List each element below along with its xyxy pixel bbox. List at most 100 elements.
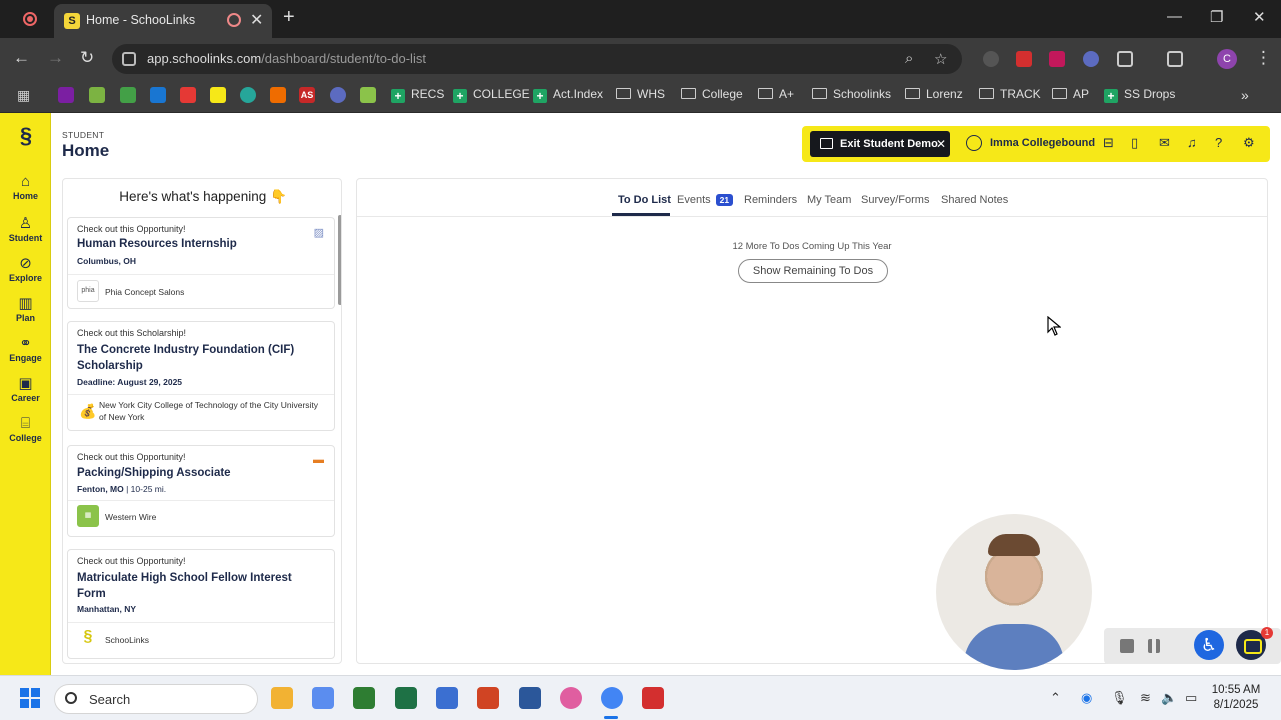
card-title[interactable]: Human Resources Internship <box>77 236 307 252</box>
bookmark-recs[interactable]: + RECS <box>391 87 444 105</box>
schoolinks-bookmark-icon[interactable] <box>210 87 226 103</box>
url-input[interactable]: app.schoolinks.com/dashboard/student/to-… <box>112 44 962 74</box>
tab-search-icon[interactable] <box>1167 51 1183 67</box>
forward-icon[interactable]: → <box>47 48 64 68</box>
tab-shared-notes[interactable]: Shared Notes <box>941 194 1008 206</box>
demo-user-name[interactable]: Imma Collegebound <box>990 137 1095 149</box>
acrobat-extension-icon[interactable] <box>1016 51 1032 67</box>
back-icon[interactable]: ← <box>13 48 30 68</box>
tab-survey-forms[interactable]: Survey/Forms <box>861 194 929 206</box>
menu-dots-icon[interactable]: ⋮ <box>1255 48 1272 68</box>
acrobat-icon[interactable] <box>642 687 664 709</box>
extensions-puzzle-icon[interactable] <box>1117 51 1133 67</box>
tab-close-icon[interactable]: ✕ <box>250 10 263 30</box>
sidebar-item-engage[interactable]: ⚭ Engage <box>0 335 51 363</box>
feed-card[interactable]: Check out this Opportunity! Matriculate … <box>67 549 335 659</box>
document-icon[interactable]: ▯ <box>1131 135 1138 151</box>
as-bookmark-icon[interactable]: AS <box>299 87 315 103</box>
windows-start-icon[interactable] <box>20 688 40 708</box>
calculator-icon[interactable] <box>312 687 334 709</box>
zoom-icon[interactable]: ⌕ <box>905 50 913 67</box>
draw-icon[interactable] <box>1176 639 1190 653</box>
user-avatar-icon[interactable] <box>966 135 982 151</box>
restore-icon[interactable]: ❐ <box>1210 8 1223 26</box>
sidebar-item-home[interactable]: ⌂ Home <box>0 173 51 201</box>
tab-reminders[interactable]: Reminders <box>744 194 797 206</box>
bookmark-icon-2[interactable] <box>89 87 105 103</box>
wifi-icon[interactable]: ≋ <box>1140 690 1151 706</box>
accessibility-icon[interactable]: ♿ <box>1194 630 1224 660</box>
bookmark-lorenz[interactable]: Lorenz <box>905 87 963 105</box>
taskbar-clock[interactable]: 10:55 AM 8/1/2025 <box>1206 683 1266 713</box>
microphone-icon[interactable]: 🎙 <box>1111 690 1128 706</box>
gmail-icon[interactable] <box>180 87 196 103</box>
bell-icon[interactable]: ♫ <box>1187 135 1197 150</box>
powerpoint-icon[interactable] <box>477 687 499 709</box>
bookmark-act-index[interactable]: + Act.Index <box>533 87 603 105</box>
bookmark-a-plus[interactable]: A+ <box>758 87 794 105</box>
gear-icon[interactable]: ⚙ <box>1243 135 1255 151</box>
tab-to-do-list[interactable]: To Do List <box>618 194 671 206</box>
exit-student-demo-button[interactable]: Exit Student Demo ✕ <box>810 131 950 157</box>
drive-icon[interactable] <box>120 87 136 103</box>
bookmark-star-icon[interactable]: ☆ <box>934 50 947 68</box>
more-bookmarks-icon[interactable]: » <box>1241 87 1249 105</box>
taskbar-search-input[interactable]: Search <box>54 684 258 714</box>
sidebar-item-career[interactable]: ▣ Career <box>0 375 51 403</box>
tab-events[interactable]: Events 21 <box>677 194 734 206</box>
bookmark-icon-4[interactable] <box>270 87 286 103</box>
feed-card[interactable]: Check out this Scholarship! The Concrete… <box>67 321 335 431</box>
bookmark-whs[interactable]: WHS <box>616 87 665 105</box>
bookmark-icon-6[interactable] <box>360 87 376 103</box>
new-tab-icon[interactable]: + <box>283 6 295 29</box>
chrome-icon[interactable] <box>601 687 623 709</box>
stop-icon[interactable] <box>1120 639 1134 653</box>
sidebar-item-student[interactable]: ♙ Student <box>0 215 51 243</box>
record-icon[interactable] <box>23 12 37 26</box>
feed-card[interactable]: Check out this Opportunity! Packing/Ship… <box>67 445 335 537</box>
file-explorer-icon[interactable] <box>271 687 293 709</box>
sidebar-item-explore[interactable]: ⊘ Explore <box>0 255 51 283</box>
snipping-tool-icon[interactable] <box>353 687 375 709</box>
reload-icon[interactable]: ↻ <box>80 48 94 68</box>
inbox-icon[interactable]: ⊟ <box>1103 135 1114 151</box>
volume-icon[interactable]: 🔈 <box>1161 690 1177 706</box>
screencast-extension-icon[interactable] <box>1049 51 1065 67</box>
minimize-icon[interactable]: — <box>1167 8 1182 25</box>
bookmark-icon-3[interactable] <box>240 87 256 103</box>
battery-icon[interactable]: ▭ <box>1185 690 1197 706</box>
calendar-icon[interactable] <box>150 87 166 103</box>
show-remaining-todos-button[interactable]: Show Remaining To Dos <box>738 259 888 283</box>
schoolinks-logo-icon[interactable]: § <box>13 123 39 149</box>
bookmark-icon-1[interactable] <box>58 87 74 103</box>
notepad-icon[interactable] <box>436 687 458 709</box>
feed-card[interactable]: Check out this Opportunity! Human Resour… <box>67 217 335 309</box>
bookmark-ap[interactable]: AP <box>1052 87 1089 105</box>
sidebar-item-plan[interactable]: ▥ Plan <box>0 295 51 323</box>
browser-tab[interactable]: S Home - SchooLinks ✕ <box>54 4 272 38</box>
bookmark-college-folder[interactable]: College <box>681 87 743 105</box>
bookmark-track[interactable]: TRACK <box>979 87 1041 105</box>
mail-icon[interactable]: ✉ <box>1159 135 1170 151</box>
site-info-icon[interactable] <box>122 52 136 66</box>
bookmark-schoolinks[interactable]: Schoolinks <box>812 87 891 105</box>
bookmark-icon-5[interactable] <box>330 87 346 103</box>
tray-overflow-icon[interactable]: ⌃ <box>1050 690 1061 706</box>
bookmark-college-sheet[interactable]: + COLLEGE <box>453 87 530 105</box>
apps-grid-icon[interactable]: ▦ <box>17 87 33 103</box>
word-icon[interactable] <box>519 687 541 709</box>
profile-avatar[interactable]: C <box>1217 49 1237 69</box>
card-title[interactable]: Packing/Shipping Associate <box>77 465 307 481</box>
itunes-icon[interactable] <box>560 687 582 709</box>
feed-scrollbar[interactable] <box>338 215 341 305</box>
excel-icon[interactable] <box>395 687 417 709</box>
pause-icon[interactable] <box>1148 639 1160 653</box>
gear-extension-icon[interactable] <box>1083 51 1099 67</box>
card-title[interactable]: The Concrete Industry Foundation (CIF) S… <box>77 342 307 374</box>
help-icon[interactable]: ? <box>1215 135 1222 150</box>
close-window-icon[interactable]: ✕ <box>1253 8 1266 26</box>
bookmark-ss-drops[interactable]: + SS Drops <box>1104 87 1175 105</box>
tab-my-team[interactable]: My Team <box>807 194 851 206</box>
sidebar-item-college[interactable]: ⌸ College <box>0 415 51 443</box>
security-icon[interactable]: ◉ <box>1081 690 1092 706</box>
